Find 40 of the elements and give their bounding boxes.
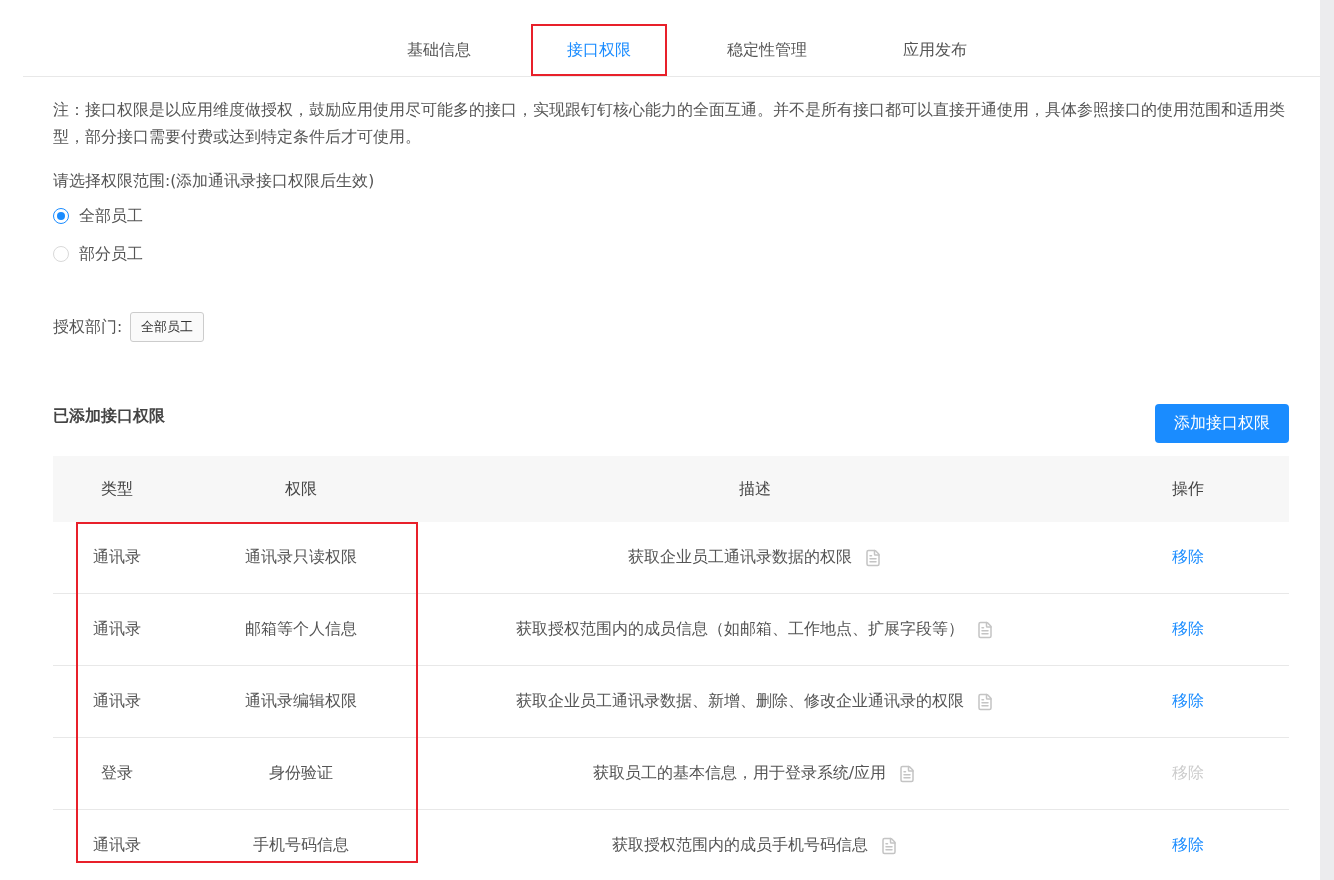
column-header: 描述 <box>737 478 772 500</box>
department-label: 授权部门: <box>53 316 123 338</box>
tab[interactable]: 应用发布 <box>866 24 1003 76</box>
table-cell: 获取企业员工通讯录数据、新增、删除、修改企业通讯录的权限 <box>515 691 964 712</box>
scope-label: 请选择权限范围:(添加通讯录接口权限后生效) <box>53 171 376 192</box>
table-cell: 登录 <box>100 763 133 784</box>
table-cell: 通讯录 <box>92 619 141 640</box>
document-icon[interactable] <box>975 692 994 711</box>
table-cell: 手机号码信息 <box>253 835 349 856</box>
table-cell: 通讯录 <box>92 691 141 712</box>
table-cell: 通讯录 <box>92 835 141 856</box>
add-permission-button[interactable]: 添加接口权限 <box>1155 404 1289 443</box>
remove-link[interactable]: 移除 <box>1172 691 1204 712</box>
section-title: 已添加接口权限 <box>53 405 165 427</box>
table-cell: 邮箱等个人信息 <box>245 619 357 640</box>
document-icon[interactable] <box>975 620 994 639</box>
document-icon[interactable] <box>863 548 882 567</box>
radio-label: 全部员工 <box>79 205 143 227</box>
table-cell: 获取授权范围内的成员手机号码信息 <box>611 835 868 856</box>
remove-link[interactable]: 移除 <box>1172 619 1204 640</box>
column-header: 类型 <box>99 478 134 500</box>
document-icon[interactable] <box>898 764 917 783</box>
table-cell: 通讯录 <box>92 547 141 568</box>
table-cell: 身份验证 <box>269 763 333 784</box>
table-cell: 通讯录只读权限 <box>245 547 357 568</box>
tab[interactable]: 稳定性管理 <box>690 24 843 76</box>
table-cell: 获取员工的基本信息，用于登录系统/应用 <box>592 763 887 784</box>
table-cell: 获取授权范围内的成员信息（如邮箱、工作地点、扩展字段等） <box>515 619 964 640</box>
department-tag: 全部员工 <box>130 312 205 342</box>
column-header: 操作 <box>1171 478 1205 500</box>
note-text: 注：接口权限是以应用维度做授权，鼓励应用使用尽可能多的接口，实现跟钉钉核心能力的全面互通。并不是所有接口都可以直接开通使用，具体参照接口的使用范围和适用类型，部分接口需要付费或达到特定条件后才可使用。 <box>53 100 1286 148</box>
radio-label: 部分员工 <box>79 243 143 265</box>
table-cell: 获取企业员工通讯录数据的权限 <box>627 547 852 568</box>
remove-link[interactable]: 移除 <box>1172 547 1204 568</box>
tab[interactable]: 基础信息 <box>370 24 507 76</box>
table-cell: 通讯录编辑权限 <box>245 691 357 712</box>
remove-link[interactable]: 移除 <box>1172 835 1204 856</box>
document-icon[interactable] <box>879 836 898 855</box>
column-header: 权限 <box>284 478 318 500</box>
tab[interactable]: 接口权限 <box>530 24 667 76</box>
